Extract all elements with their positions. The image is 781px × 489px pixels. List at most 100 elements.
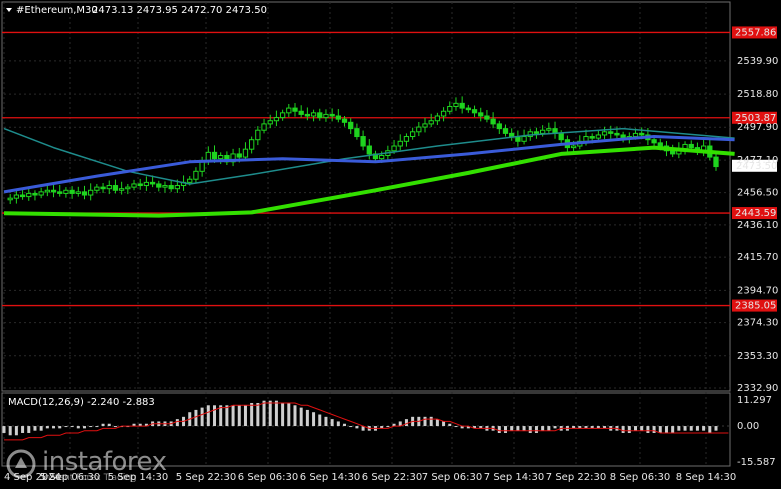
candle-body — [589, 136, 595, 139]
price-tick-label: 2394.70 — [737, 285, 778, 296]
candle-body — [496, 123, 502, 130]
candle-body — [348, 121, 354, 130]
candle-body — [595, 134, 602, 139]
candle-body — [149, 181, 156, 185]
macd-histogram-bar — [299, 407, 303, 427]
candle-body — [447, 106, 453, 112]
price-tick-label: 2539.90 — [737, 56, 778, 67]
candle-body — [422, 123, 428, 128]
candle-body — [459, 102, 465, 109]
macd-histogram-bar — [58, 426, 62, 429]
macd-histogram-bar — [503, 426, 507, 433]
candle-body — [502, 128, 509, 134]
candle-body — [558, 132, 564, 141]
candle-body — [112, 185, 119, 191]
candle-body — [267, 120, 273, 125]
macd-histogram-bar — [225, 405, 229, 427]
candle-body — [187, 178, 193, 183]
time-tick-label: 8 Sep 14:30 — [676, 472, 736, 483]
macd-tick-label: 11.297 — [737, 395, 772, 406]
candle-body — [713, 156, 719, 168]
macd-histogram-bar — [664, 426, 668, 433]
candle-body — [261, 123, 267, 131]
candle-body — [292, 107, 298, 112]
macd-histogram-bar — [646, 426, 650, 433]
candle-body — [236, 153, 242, 158]
candle-body — [360, 136, 366, 147]
macd-histogram-bar — [695, 426, 699, 431]
macd-histogram-bar — [677, 426, 681, 431]
macd-histogram-bar — [714, 426, 718, 431]
macd-histogram-bar — [547, 426, 551, 431]
candle-body — [323, 113, 329, 119]
macd-histogram-bar — [256, 402, 260, 427]
macd-histogram-bar — [442, 421, 446, 427]
macd-histogram-bar — [386, 426, 390, 428]
macd-histogram-bar — [404, 419, 408, 427]
candle-body — [409, 131, 416, 138]
macd-histogram-bar — [510, 426, 514, 431]
macd-histogram-bar — [702, 426, 706, 431]
macd-histogram-bar — [27, 426, 31, 433]
candle-body — [509, 132, 515, 138]
macd-histogram-bar — [355, 426, 359, 429]
candle-body — [465, 107, 471, 111]
candle-body — [100, 186, 106, 190]
macd-histogram-bar — [243, 405, 247, 427]
candle-body — [26, 192, 32, 198]
macd-histogram-bar — [82, 426, 86, 429]
macd-histogram-bar — [683, 426, 687, 431]
price-tick-label: 2436.10 — [737, 220, 778, 231]
macd-histogram-bar — [497, 426, 501, 433]
macd-histogram-bar — [349, 426, 353, 428]
price-tick-label: 2374.30 — [737, 318, 778, 329]
candle-body — [403, 136, 410, 142]
candle-body — [614, 132, 620, 136]
price-tick-label: 2477.10 — [737, 155, 778, 166]
macd-histogram-bar — [324, 416, 328, 427]
macd-histogram-bar — [175, 419, 179, 427]
macd-histogram-bar — [200, 407, 204, 427]
macd-histogram-bar — [429, 416, 433, 427]
level-label: 2385.05 — [735, 301, 776, 312]
candle-body — [570, 145, 577, 149]
candle-body — [255, 129, 261, 141]
time-tick-label: 6 Sep 14:30 — [300, 472, 360, 483]
macd-histogram-bar — [194, 409, 198, 427]
watermark-tagline: Instant Forex Trading — [42, 473, 137, 483]
macd-histogram-bar — [634, 426, 638, 431]
macd-histogram-bar — [89, 426, 93, 428]
macd-tick-label: -15.587 — [737, 457, 776, 468]
candle-body — [397, 140, 403, 147]
candle-body — [19, 194, 26, 198]
watermark: instaforex Instant Forex Trading — [6, 447, 186, 487]
candle-body — [416, 126, 422, 133]
candle-body — [242, 148, 249, 158]
macd-histogram-bar — [330, 419, 334, 427]
candle-body — [118, 188, 125, 191]
macd-histogram-bar — [237, 405, 241, 427]
candle-body — [521, 136, 527, 142]
candle-body — [471, 109, 478, 114]
macd-histogram-bar — [312, 412, 316, 427]
candle-body — [218, 155, 224, 160]
macd-histogram-bar — [281, 402, 285, 427]
candle-body — [341, 118, 348, 123]
candle-body — [632, 132, 639, 138]
candle-body — [50, 189, 57, 193]
candle-body — [106, 185, 112, 190]
macd-histogram-bar — [658, 426, 662, 433]
macd-histogram-bar — [627, 426, 631, 433]
macd-histogram-bar — [262, 400, 266, 427]
time-tick-label: 6 Sep 22:30 — [362, 472, 422, 483]
price-tick-label: 2518.80 — [737, 89, 778, 100]
macd-histogram-bar — [343, 423, 347, 427]
candle-body — [69, 189, 75, 194]
price-chart[interactable]: 2557.862503.872443.592385.052473.50 2539… — [0, 0, 781, 489]
macd-histogram-bar — [454, 426, 458, 428]
macd-histogram-bar — [268, 400, 272, 427]
candle-body — [137, 183, 143, 187]
candle-body — [156, 183, 162, 188]
candle-body — [131, 183, 137, 188]
candle-body — [13, 194, 20, 199]
